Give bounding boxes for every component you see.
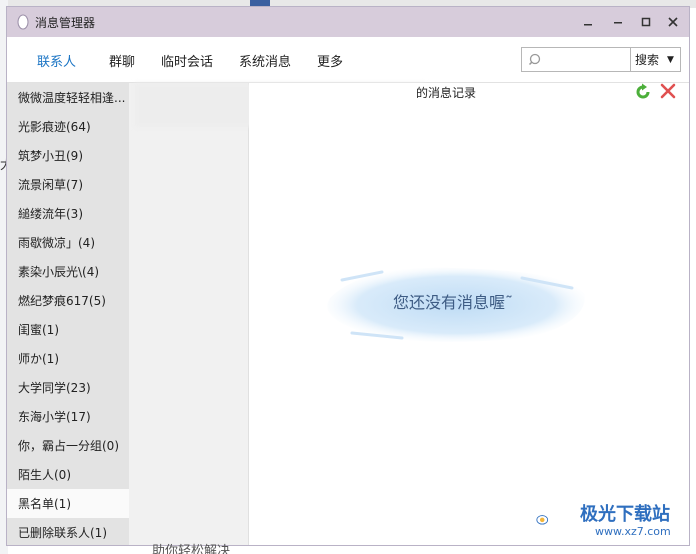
tab-system-messages[interactable]: 系统消息 [239,51,291,70]
delete-icon[interactable] [660,83,676,99]
group-item[interactable]: 东海小学(17) [7,402,129,431]
maximize-icon [641,17,651,27]
group-item[interactable]: 已删除联系人(1) [7,518,129,545]
contact-list-pane [129,83,249,545]
background-bottom-text: 助你轻松解决 [152,544,231,554]
close-button[interactable] [662,12,684,32]
watermark-url: www.xz7.com [595,525,671,538]
group-item[interactable]: 师か(1) [7,344,129,373]
qq-penguin-icon [17,14,29,30]
tab-bar: 联系人 群聊 临时会话 系统消息 更多 搜索 ▼ [7,37,689,83]
search-button[interactable]: 搜索 ▼ [631,47,681,72]
group-item[interactable]: 大学同学(23) [7,373,129,402]
group-item[interactable]: 微微温度轻轻相逢... [7,83,129,112]
search-input[interactable] [521,47,631,72]
tab-group-chat[interactable]: 群聊 [109,51,135,70]
chevron-down-icon: ▼ [667,54,674,65]
group-item[interactable]: 光影痕迹(64) [7,112,129,141]
group-item[interactable]: 闺蜜(1) [7,315,129,344]
group-item[interactable]: 縋缕流年(3) [7,199,129,228]
record-title: 的消息记录 [416,86,477,100]
group-item[interactable]: 你，霸占一分组(0) [7,431,129,460]
search-icon [528,53,541,66]
group-item[interactable]: 流景闲草(7) [7,170,129,199]
title-bar[interactable]: 消息管理器 [7,7,689,37]
group-item[interactable]: 陌生人(0) [7,460,129,489]
group-item[interactable]: 燃纪梦痕617(5) [7,286,129,315]
group-item-blacklist[interactable]: 黑名单(1) [7,489,129,518]
minimize-icon [584,24,592,26]
search-button-label: 搜索 [635,53,660,67]
maximize-button[interactable] [635,12,657,32]
group-item[interactable]: 雨歇微凉」(4) [7,228,129,257]
tab-temp-session[interactable]: 临时会话 [161,51,213,70]
group-item[interactable]: 素染小辰光\(4) [7,257,129,286]
group-item[interactable]: 筑梦小丑(9) [7,141,129,170]
contact-group-list: 微微温度轻轻相逢... 光影痕迹(64) 筑梦小丑(9) 流景闲草(7) 縋缕流… [7,83,129,545]
minimize-button[interactable] [577,12,599,32]
watermark-logo-icon [536,515,549,525]
empty-state-text: 您还没有消息喔˜ [393,293,514,312]
refresh-icon[interactable] [634,83,652,101]
watermark-name: 极光下载站 [580,504,670,525]
restore-button[interactable] [607,12,629,32]
tab-more[interactable]: 更多 [317,51,343,70]
window-title: 消息管理器 [35,16,96,30]
tab-contacts[interactable]: 联系人 [37,51,76,70]
restore-icon [614,22,622,24]
close-icon [668,17,678,27]
